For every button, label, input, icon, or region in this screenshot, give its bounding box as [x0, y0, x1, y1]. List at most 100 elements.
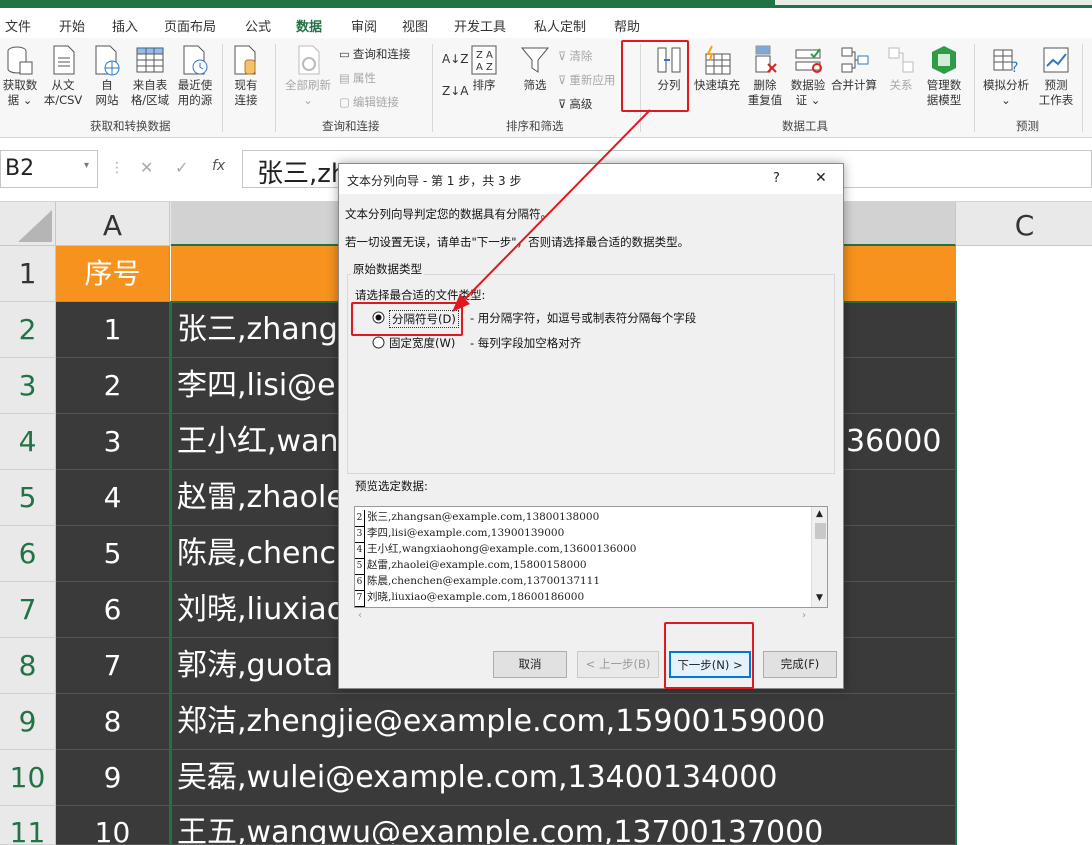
- help-button[interactable]: ?: [773, 171, 780, 186]
- column-c-area[interactable]: [956, 246, 1092, 845]
- what-if-icon: ?: [993, 49, 1018, 76]
- menu-insert[interactable]: 插入: [112, 16, 138, 35]
- finish-button[interactable]: 完成(F): [763, 651, 837, 678]
- manage-data-model-button[interactable]: 管理数 据模型: [922, 44, 966, 108]
- menu-home[interactable]: 开始: [59, 16, 85, 35]
- cell-a[interactable]: 7: [56, 638, 170, 694]
- cell-a[interactable]: 1: [56, 302, 170, 358]
- options-dots-icon: ⋮: [110, 160, 124, 176]
- preview-vertical-scrollbar[interactable]: ▲ ▼: [811, 507, 827, 607]
- dialog-title-bar: 文本分列向导 - 第 1 步，共 3 步 ? ✕: [339, 164, 843, 194]
- insert-function-icon[interactable]: fx: [212, 158, 225, 174]
- from-csv-button[interactable]: 从文 本/CSV: [42, 44, 84, 108]
- forecast-sheet-button[interactable]: 预测 工作表: [1036, 44, 1076, 108]
- radio-fixed-width[interactable]: 固定宽度(W): [372, 334, 462, 352]
- preview-horizontal-scrollbar[interactable]: ‹ ›: [354, 610, 828, 624]
- cell-header-serial[interactable]: 序号: [56, 246, 170, 302]
- remove-duplicates-button[interactable]: 删除 重复值: [746, 44, 784, 108]
- close-button[interactable]: ✕: [815, 170, 827, 186]
- advanced-filter-icon: ⊽: [558, 97, 567, 111]
- from-table-button[interactable]: 来自表 格/区域: [128, 44, 172, 108]
- select-all-corner[interactable]: [0, 202, 56, 246]
- refresh-all-button[interactable]: 全部刷新 ⌄: [282, 44, 334, 108]
- scroll-up-icon[interactable]: ▲: [816, 509, 823, 519]
- row-header[interactable]: 7: [0, 582, 56, 638]
- row-header[interactable]: 1: [0, 246, 56, 302]
- ribbon: 获取数据 ⌄ 从文 本/CSV 自网站 来自表 格/区域 最近使 用的源 现有 连接 获…: [0, 38, 1092, 138]
- cell-a[interactable]: 6: [56, 582, 170, 638]
- column-header-c[interactable]: C: [957, 202, 1092, 246]
- scroll-down-icon[interactable]: ▼: [816, 593, 823, 603]
- menu-developer[interactable]: 开发工具: [454, 16, 506, 35]
- row-header[interactable]: 10: [0, 750, 56, 806]
- scroll-left-icon[interactable]: ‹: [358, 610, 362, 621]
- radio-unchecked-icon: [372, 336, 385, 349]
- reapply-button[interactable]: ⊽ 重新应用: [558, 72, 615, 88]
- preview-label: 预览选定数据:: [355, 479, 428, 493]
- highlight-delimited-option: [351, 302, 463, 336]
- properties-button[interactable]: ▤ 属性: [339, 70, 376, 86]
- sort-button[interactable]: Z AA Z 排序: [468, 44, 500, 93]
- scroll-right-icon[interactable]: ›: [802, 610, 806, 621]
- previous-step-button[interactable]: < 上一步(B): [577, 651, 659, 678]
- row-header[interactable]: 3: [0, 358, 56, 414]
- menu-page-layout[interactable]: 页面布局: [164, 16, 216, 35]
- row-header[interactable]: 4: [0, 414, 56, 470]
- cell-a[interactable]: 8: [56, 694, 170, 750]
- relationships-button[interactable]: 关系: [886, 44, 916, 93]
- menu-view[interactable]: 视图: [402, 16, 428, 35]
- cell-a[interactable]: 4: [56, 470, 170, 526]
- advanced-filter-button[interactable]: ⊽ 高级: [558, 96, 592, 112]
- cell-b[interactable]: 王五,wangwu@example.com,13700137000: [171, 806, 956, 845]
- what-if-analysis-button[interactable]: ? 模拟分析 ⌄: [980, 44, 1032, 108]
- scroll-thumb[interactable]: [815, 523, 826, 539]
- menu-formulas[interactable]: 公式: [245, 16, 271, 35]
- preview-row: 6 陈晨,chenchen@example.com,13700137111: [355, 573, 600, 591]
- preview-row: 3 李四,lisi@example.com,13900139000: [355, 525, 564, 543]
- filter-button[interactable]: 筛选: [518, 44, 552, 93]
- cell-b[interactable]: 郑洁,zhengjie@example.com,15900159000: [171, 694, 956, 750]
- menu-data[interactable]: 数据: [296, 16, 322, 35]
- row-header[interactable]: 2: [0, 302, 56, 358]
- data-validation-button[interactable]: 数据验证 ⌄: [788, 44, 828, 108]
- recent-sources-button[interactable]: 最近使 用的源: [175, 44, 215, 108]
- enter-check-icon[interactable]: ✓: [175, 158, 188, 177]
- row-header[interactable]: 6: [0, 526, 56, 582]
- row-header[interactable]: 8: [0, 638, 56, 694]
- existing-connections-button[interactable]: 现有 连接: [228, 44, 264, 108]
- cancel-button[interactable]: 取消: [493, 651, 567, 678]
- cell-a[interactable]: 3: [56, 414, 170, 470]
- menu-review[interactable]: 审阅: [351, 16, 377, 35]
- row-header[interactable]: 11: [0, 806, 56, 845]
- cell-a[interactable]: 5: [56, 526, 170, 582]
- edit-links-button[interactable]: ▢ 编辑链接: [339, 94, 399, 110]
- cell-a[interactable]: 2: [56, 358, 170, 414]
- properties-icon: ▤: [339, 71, 350, 85]
- menu-file[interactable]: 文件: [5, 16, 31, 35]
- cell-b[interactable]: 吴磊,wulei@example.com,13400134000: [171, 750, 956, 806]
- sort-desc-button[interactable]: Z↓A: [442, 84, 468, 98]
- group-label-queries: 查询和连接: [322, 119, 380, 133]
- row-header[interactable]: 5: [0, 470, 56, 526]
- highlight-next-button: [664, 622, 754, 689]
- name-box-dropdown-icon[interactable]: ▾: [84, 160, 89, 171]
- excel-window: 文件 开始 插入 页面布局 公式 数据 审阅 视图 开发工具 私人定制 帮助 获…: [0, 0, 1092, 845]
- get-data-button[interactable]: 获取数据 ⌄: [1, 44, 39, 108]
- queries-connections-button[interactable]: ▭ 查询和连接: [339, 46, 410, 62]
- row-header[interactable]: 9: [0, 694, 56, 750]
- menu-help[interactable]: 帮助: [614, 16, 640, 35]
- sort-asc-button[interactable]: A↓Z: [442, 52, 468, 66]
- consolidate-icon: [841, 47, 869, 73]
- text-file-icon: [53, 45, 75, 75]
- cancel-icon[interactable]: ✕: [140, 158, 153, 177]
- from-web-button[interactable]: 自网站: [90, 44, 124, 108]
- data-model-icon: [932, 46, 956, 74]
- cell-a[interactable]: 10: [56, 806, 170, 845]
- menu-custom[interactable]: 私人定制: [534, 16, 586, 35]
- column-header-a[interactable]: A: [56, 202, 170, 246]
- cell-a[interactable]: 9: [56, 750, 170, 806]
- flash-fill-button[interactable]: 快速填充: [692, 44, 742, 93]
- consolidate-button[interactable]: 合并计算: [829, 44, 879, 93]
- clear-filter-button[interactable]: ⊽ 清除: [558, 48, 592, 64]
- preview-box[interactable]: 2 张三,zhangsan@example.com,13800138000 3 李四…: [354, 506, 828, 608]
